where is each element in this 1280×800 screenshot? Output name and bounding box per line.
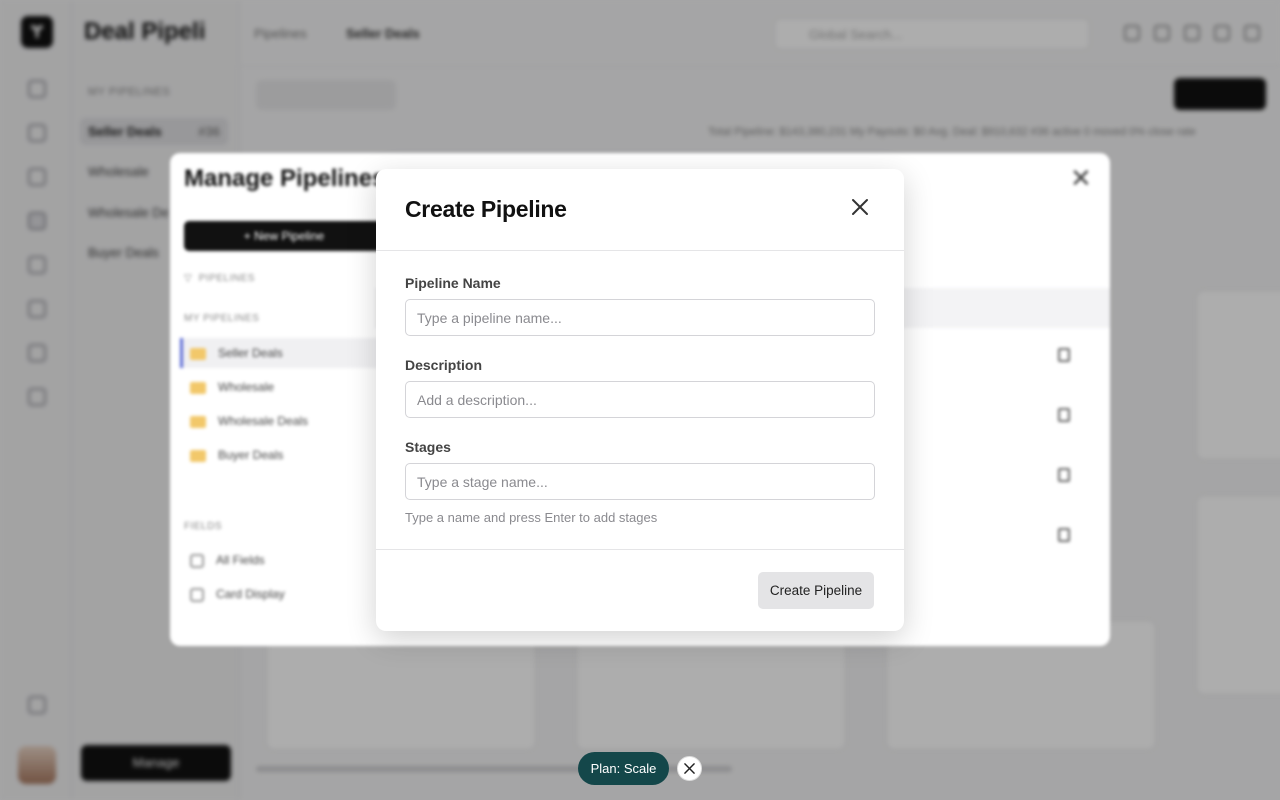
pipeline-item[interactable]: Wholesale [190,380,274,394]
plan-badge[interactable]: Plan: Scale [578,752,669,785]
create-pipeline-button[interactable]: Create Pipeline [758,572,874,609]
folder-icon [190,449,206,462]
stages-hint: Type a name and press Enter to add stage… [405,510,658,525]
dismiss-plan-button[interactable] [677,756,702,781]
field-item-all-fields[interactable]: All Fields [190,553,265,568]
header-divider [376,250,904,251]
manage-pipelines-title: Manage Pipelines [184,165,386,192]
pipelines-header-label: PIPELINES [198,273,255,284]
footer-divider [376,549,904,550]
my-pipelines-header: MY PIPELINES [184,313,260,324]
fields-header: FIELDS [184,521,223,532]
pipeline-item-label: Seller Deals [218,346,283,360]
folder-icon [190,347,206,360]
close-icon[interactable] [848,195,872,219]
trash-icon[interactable] [1058,528,1070,542]
pipeline-item[interactable]: Wholesale Deals [190,414,308,428]
close-icon [684,763,695,774]
field-item-label: Card Display [216,587,285,601]
pipeline-name-label: Pipeline Name [405,275,501,291]
folder-icon [190,415,206,428]
trash-icon[interactable] [1058,468,1070,482]
dialog-title: Create Pipeline [405,196,567,222]
trash-icon[interactable] [1058,348,1070,362]
card-icon [190,587,204,602]
pipeline-item[interactable]: Buyer Deals [190,448,283,462]
description-label: Description [405,357,483,373]
pipeline-item-label: Wholesale [218,380,275,394]
new-pipeline-label: New Pipeline [254,229,325,243]
pipeline-name-input[interactable] [405,299,875,336]
pipeline-item-label: Buyer Deals [218,448,284,462]
stage-name-input[interactable] [405,463,875,500]
field-item-card-display[interactable]: Card Display [190,587,285,602]
pipeline-item-label: Wholesale Deals [218,414,309,428]
stages-label: Stages [405,439,451,455]
pipelines-header[interactable]: ▽ PIPELINES [184,273,255,284]
field-item-label: All Fields [216,553,265,567]
trash-icon[interactable] [1058,408,1070,422]
folder-icon [190,381,206,394]
new-pipeline-button[interactable]: + New Pipeline [184,221,384,251]
create-pipeline-dialog: Create Pipeline Pipeline Name Descriptio… [376,169,904,631]
close-icon[interactable]: ✕ [1070,165,1092,191]
description-input[interactable] [405,381,875,418]
fields-icon [190,553,204,568]
pipeline-item[interactable]: Seller Deals [190,346,283,360]
